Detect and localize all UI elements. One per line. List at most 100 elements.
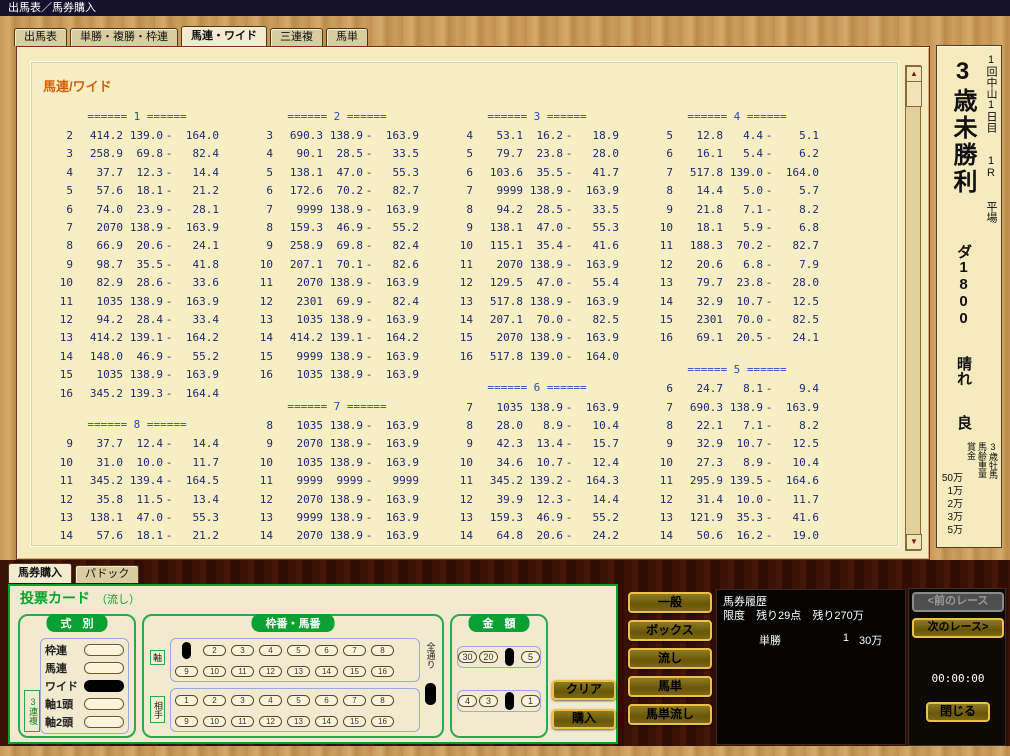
scrollbar-thumb[interactable] (906, 81, 922, 107)
amount-row-2: 43 1 (457, 690, 541, 712)
button-馬単流し[interactable]: 馬単流し (628, 704, 712, 725)
wide-odds-high: 24.1 (175, 239, 219, 252)
horse-pill-16[interactable]: 16 (371, 666, 394, 677)
amount-pill-4[interactable]: 4 (458, 695, 477, 707)
odds-row: 152070138.9-163.9 (453, 329, 643, 347)
tab-出馬表[interactable]: 出馬表 (14, 28, 67, 46)
amount-pill-20[interactable]: 20 (479, 651, 498, 663)
horse-pill-7[interactable]: 7 (343, 695, 366, 706)
horse-pill-11[interactable]: 11 (231, 666, 254, 677)
odds-scrollbar[interactable]: ▲ ▼ (905, 65, 921, 551)
horse-pill-5[interactable]: 5 (287, 695, 310, 706)
horse-pill-11[interactable]: 11 (231, 716, 254, 727)
wide-odds-high: 7.9 (775, 258, 819, 271)
horse-pill-6[interactable]: 6 (315, 695, 338, 706)
wide-odds-low: 4.4 (723, 129, 763, 142)
amount-pill-selected[interactable] (505, 692, 514, 710)
wide-odds-low: 12.3 (523, 493, 563, 506)
horse-pill-10[interactable]: 10 (203, 666, 226, 677)
race-kind: 平場 (985, 201, 997, 223)
horse-pill-5[interactable]: 5 (287, 645, 310, 656)
horse-pill-14[interactable]: 14 (315, 716, 338, 727)
horse-pill-2[interactable]: 2 (203, 645, 226, 656)
bet-type-toggle-ワイド[interactable] (84, 680, 124, 692)
horse-pill-10[interactable]: 10 (203, 716, 226, 727)
umaren-odds: 138.1 (273, 166, 323, 179)
amount-pill-30[interactable]: 30 (458, 651, 477, 663)
horse-pill-8[interactable]: 8 (371, 645, 394, 656)
odds-row: 6103.635.5-41.7 (453, 163, 643, 181)
horse-pill-4[interactable]: 4 (259, 695, 282, 706)
wide-odds-high: 163.9 (375, 313, 419, 326)
horse-pill-3[interactable]: 3 (231, 645, 254, 656)
horse-number: 9 (653, 203, 673, 216)
horse-number: 8 (653, 184, 673, 197)
horse-pill-13[interactable]: 13 (287, 716, 310, 727)
horse-number: 7 (253, 203, 273, 216)
amount-pill-selected[interactable] (505, 648, 514, 666)
odds-row: 13414.2139.1-164.2 (53, 329, 243, 347)
horse-pill-1[interactable]: 1 (175, 695, 198, 706)
history-bet-type: 単勝 (759, 632, 827, 648)
odds-dash: - (563, 350, 575, 363)
next-race-button[interactable]: 次のレース> (912, 618, 1004, 638)
horse-pill-1[interactable] (182, 642, 191, 659)
tab-三連複[interactable]: 三連複 (270, 28, 323, 46)
odds-section-header: ====== 8 ====== (53, 416, 221, 434)
scroll-down-icon[interactable]: ▼ (906, 534, 922, 550)
tab-パドック[interactable]: パドック (75, 565, 139, 583)
horse-pill-15[interactable]: 15 (343, 716, 366, 727)
horse-pill-6[interactable]: 6 (315, 645, 338, 656)
bet-type-toggle-軸1頭[interactable] (84, 698, 124, 710)
umaren-odds: 34.6 (473, 456, 523, 469)
amount-pill-3[interactable]: 3 (479, 695, 498, 707)
prev-race-button[interactable]: <前のレース (912, 592, 1004, 612)
horse-pill-7[interactable]: 7 (343, 645, 366, 656)
horse-number: 14 (253, 331, 273, 344)
button-流し[interactable]: 流し (628, 648, 712, 669)
button-ボックス[interactable]: ボックス (628, 620, 712, 641)
odds-dash: - (163, 474, 175, 487)
horse-pill-3[interactable]: 3 (231, 695, 254, 706)
vote-card-title-text: 投票カード (20, 590, 90, 606)
horse-pill-13[interactable]: 13 (287, 666, 310, 677)
clear-button[interactable]: クリア (552, 680, 616, 700)
tab-馬単[interactable]: 馬単 (326, 28, 368, 46)
wide-odds-high: 163.9 (775, 401, 819, 414)
wide-odds-high: 82.6 (375, 258, 419, 271)
odds-section-header: ====== 7 ====== (253, 398, 421, 416)
odds-row: 161035138.9-163.9 (253, 365, 443, 383)
horse-pill-9[interactable]: 9 (175, 666, 198, 677)
wide-odds-low: 139.3 (123, 387, 163, 400)
amount-pill-5[interactable]: 5 (521, 651, 540, 663)
umaren-odds: 517.8 (473, 350, 523, 363)
horse-number: 13 (253, 313, 273, 326)
wide-odds-high: 163.9 (375, 350, 419, 363)
scroll-up-icon[interactable]: ▲ (906, 66, 922, 82)
buy-button[interactable]: 購入 (552, 709, 616, 729)
horse-pill-15[interactable]: 15 (343, 666, 366, 677)
all-ways-button[interactable] (425, 683, 436, 705)
button-馬単[interactable]: 馬単 (628, 676, 712, 697)
horse-pill-14[interactable]: 14 (315, 666, 338, 677)
horse-pill-9[interactable]: 9 (175, 716, 198, 727)
button-一般[interactable]: 一般 (628, 592, 712, 613)
bet-type-toggle-馬連[interactable] (84, 662, 124, 674)
horse-pill-4[interactable]: 4 (259, 645, 282, 656)
tab-馬券購入[interactable]: 馬券購入 (8, 563, 72, 583)
bet-type-toggle-軸2頭[interactable] (84, 716, 124, 728)
horse-pill-12[interactable]: 12 (259, 716, 282, 727)
close-button[interactable]: 閉じる (926, 702, 990, 722)
amount-pill-1[interactable]: 1 (521, 695, 540, 707)
horse-pill-2[interactable]: 2 (203, 695, 226, 706)
horse-pill-12[interactable]: 12 (259, 666, 282, 677)
horse-pill-16[interactable]: 16 (371, 716, 394, 727)
bet-type-toggle-枠連[interactable] (84, 644, 124, 656)
tab-単勝・複勝・枠連[interactable]: 単勝・複勝・枠連 (70, 28, 178, 46)
wide-odds-high: 28.1 (175, 203, 219, 216)
tab-馬連・ワイド[interactable]: 馬連・ワイド (181, 26, 267, 46)
horse-number: 12 (253, 493, 273, 506)
wide-odds-high: 55.3 (375, 166, 419, 179)
wide-odds-high: 163.9 (375, 511, 419, 524)
horse-pill-8[interactable]: 8 (371, 695, 394, 706)
